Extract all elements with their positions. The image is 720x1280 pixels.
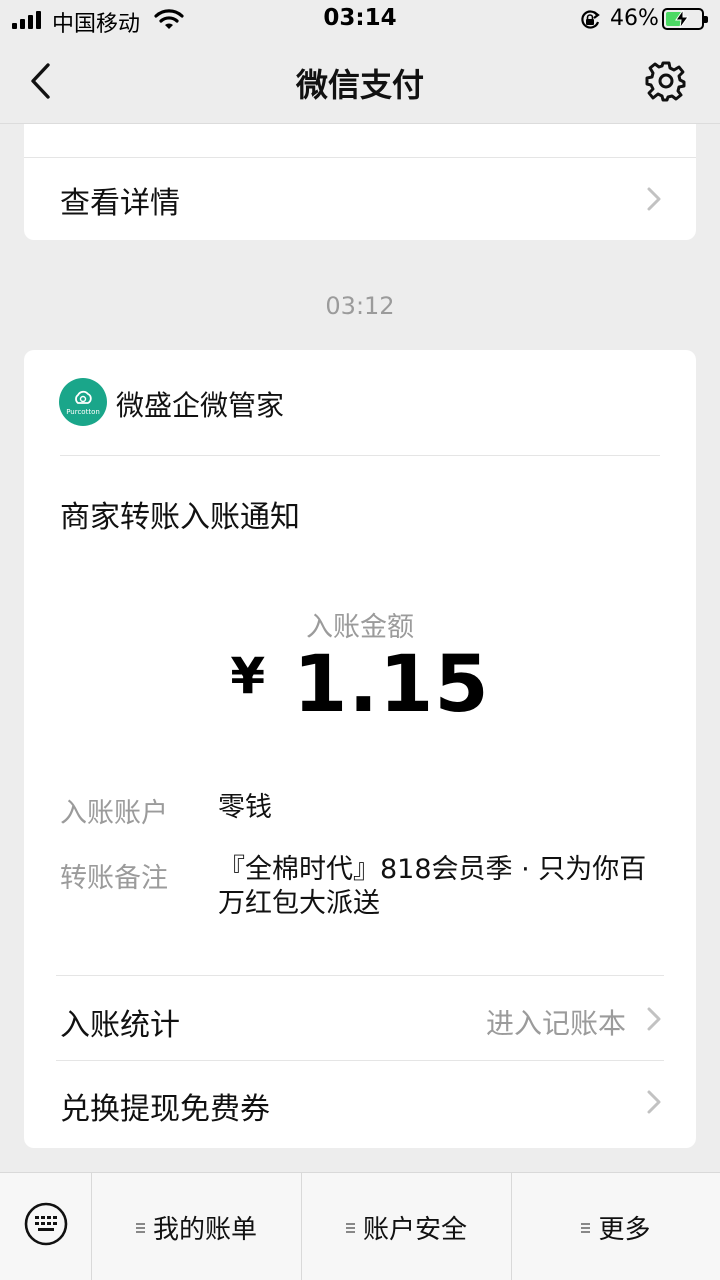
remark-key: 转账备注 xyxy=(60,863,168,894)
account-value: 零钱 xyxy=(218,792,272,823)
account-key: 入账账户 xyxy=(60,798,168,829)
battery-percent: 46% xyxy=(610,6,659,31)
remark-value: 『全棉时代』818会员季 · 只为你百万红包大派送 xyxy=(218,854,647,919)
tab-account-security[interactable]: 账户安全 xyxy=(302,1173,512,1280)
cotton-logo-icon xyxy=(75,390,92,404)
amount-display: ¥1.15 xyxy=(24,640,696,730)
orientation-lock-icon xyxy=(581,10,600,29)
message-timestamp: 03:12 xyxy=(325,292,395,320)
view-details-row[interactable]: 查看详情 xyxy=(60,178,180,222)
currency-symbol: ¥ xyxy=(230,647,266,705)
keyboard-icon xyxy=(24,1202,68,1246)
status-bar: 中国移动 03:14 46% xyxy=(0,0,720,40)
chevron-right-icon xyxy=(647,1007,661,1031)
amount-label: 入账金额 xyxy=(306,612,414,643)
entry-stats-label: 入账统计 xyxy=(60,1008,180,1043)
rows-divider-1 xyxy=(56,975,664,976)
merchant-name[interactable]: 微盛企微管家 xyxy=(116,384,284,424)
menu-lines-icon xyxy=(345,1223,355,1233)
tab-more[interactable]: 更多 xyxy=(512,1173,720,1280)
gear-icon[interactable] xyxy=(645,60,687,102)
chevron-right-icon xyxy=(647,1090,661,1114)
card-divider xyxy=(24,157,696,158)
charging-bolt-icon xyxy=(675,10,689,28)
chevron-right-icon xyxy=(647,187,661,211)
tab-my-bills[interactable]: 我的账单 xyxy=(92,1173,302,1280)
keyboard-toggle-button[interactable] xyxy=(0,1173,92,1280)
transfer-notification-card: Purcotton 微盛企微管家 商家转账入账通知 入账金额 ¥1.15 入账账… xyxy=(24,350,696,1148)
navigation-bar: 微信支付 xyxy=(0,40,720,124)
menu-lines-icon xyxy=(135,1223,145,1233)
coupon-label: 兑换提现免费券 xyxy=(60,1092,270,1127)
header-divider xyxy=(60,455,660,456)
tab-label: 我的账单 xyxy=(152,1214,257,1245)
ledger-link-text: 进入记账本 xyxy=(485,1007,626,1040)
tab-label: 更多 xyxy=(598,1214,651,1245)
page-title: 微信支付 xyxy=(295,66,424,104)
previous-message-card: 查看详情 xyxy=(24,124,696,240)
battery-icon xyxy=(662,8,708,30)
bottom-menu-bar: 我的账单 账户安全 更多 xyxy=(0,1172,720,1280)
avatar-brand-text: Purcotton xyxy=(66,407,100,416)
merchant-avatar[interactable]: Purcotton xyxy=(59,378,107,426)
notice-title: 商家转账入账通知 xyxy=(60,500,300,535)
tab-label: 账户安全 xyxy=(362,1214,467,1245)
menu-lines-icon xyxy=(581,1223,591,1233)
rows-divider-2 xyxy=(56,1060,664,1061)
amount-value: 1.15 xyxy=(293,640,490,730)
